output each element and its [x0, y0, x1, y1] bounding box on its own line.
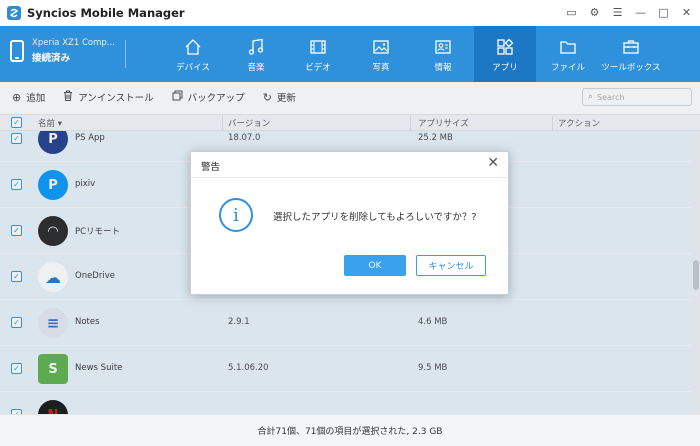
dialog-title: 警告 — [201, 162, 221, 173]
nav-label: デバイス — [176, 62, 210, 73]
status-bar: 合計71個、71個の項目が選択された, 2.3 GB — [0, 414, 700, 446]
ok-button[interactable]: OK — [344, 255, 406, 276]
title-bar: Syncios Mobile Manager ▭ ⚙ ☰ — □ ✕ — [0, 0, 700, 26]
nav-label: ビデオ — [305, 62, 331, 73]
window-controls: ▭ ⚙ ☰ — □ ✕ — [564, 4, 694, 21]
close-icon[interactable]: ✕ — [679, 4, 694, 21]
app-title: Syncios Mobile Manager — [27, 6, 185, 20]
settings-icon[interactable]: ⚙ — [587, 4, 602, 21]
nav-music[interactable]: 音楽 — [225, 26, 287, 82]
dialog-close-icon[interactable]: ✕ — [487, 156, 499, 170]
nav-photo[interactable]: 写真 — [350, 26, 412, 82]
contact-card-icon — [432, 36, 454, 58]
device-name: Xperia XZ1 Comp... — [32, 38, 115, 48]
nav-video[interactable]: ビデオ — [287, 26, 349, 82]
warning-dialog: 警告 ✕ i 選択したアプリを削除してもよろしいですか？? OK キャンセル — [190, 151, 509, 295]
toolbox-icon — [620, 36, 642, 58]
device-info[interactable]: Xperia XZ1 Comp... 接続済み — [10, 38, 115, 64]
nav-contact-card[interactable]: 情報 — [412, 26, 474, 82]
dialog-header: 警告 ✕ — [191, 152, 508, 178]
app-logo-icon — [7, 6, 21, 20]
status-text: 合計71個、71個の項目が選択された, 2.3 GB — [257, 427, 443, 437]
info-icon: i — [219, 198, 253, 232]
nav-divider — [125, 40, 126, 68]
apps-icon — [494, 36, 516, 58]
message-icon[interactable]: ▭ — [564, 4, 579, 21]
menu-icon[interactable]: ☰ — [610, 4, 625, 21]
main-nav: Xperia XZ1 Comp... 接続済み デバイス 音楽 ビデオ 写真 情報 アプリ… — [0, 26, 700, 82]
nav-folder[interactable]: ファイル — [537, 26, 599, 82]
nav-toolbox[interactable]: ツールボックス — [599, 26, 663, 82]
video-icon — [307, 36, 329, 58]
home-icon — [182, 36, 204, 58]
phone-icon — [10, 40, 24, 62]
nav-label: 写真 — [372, 62, 390, 73]
music-icon — [245, 36, 267, 58]
nav-label: ファイル — [550, 62, 585, 73]
nav-label: 音楽 — [247, 62, 265, 73]
nav-label: ツールボックス — [601, 62, 661, 73]
photo-icon — [370, 36, 392, 58]
nav-label: 情報 — [434, 62, 452, 73]
nav-home[interactable]: デバイス — [162, 26, 224, 82]
dialog-message: 選択したアプリを削除してもよろしいですか？? — [273, 212, 477, 223]
nav-label: アプリ — [492, 62, 518, 73]
device-status: 接続済み — [32, 53, 71, 64]
minimize-icon[interactable]: — — [633, 4, 648, 21]
cancel-button[interactable]: キャンセル — [416, 255, 486, 276]
folder-icon — [557, 36, 579, 58]
nav-apps[interactable]: アプリ — [474, 26, 536, 82]
maximize-icon[interactable]: □ — [656, 4, 671, 21]
